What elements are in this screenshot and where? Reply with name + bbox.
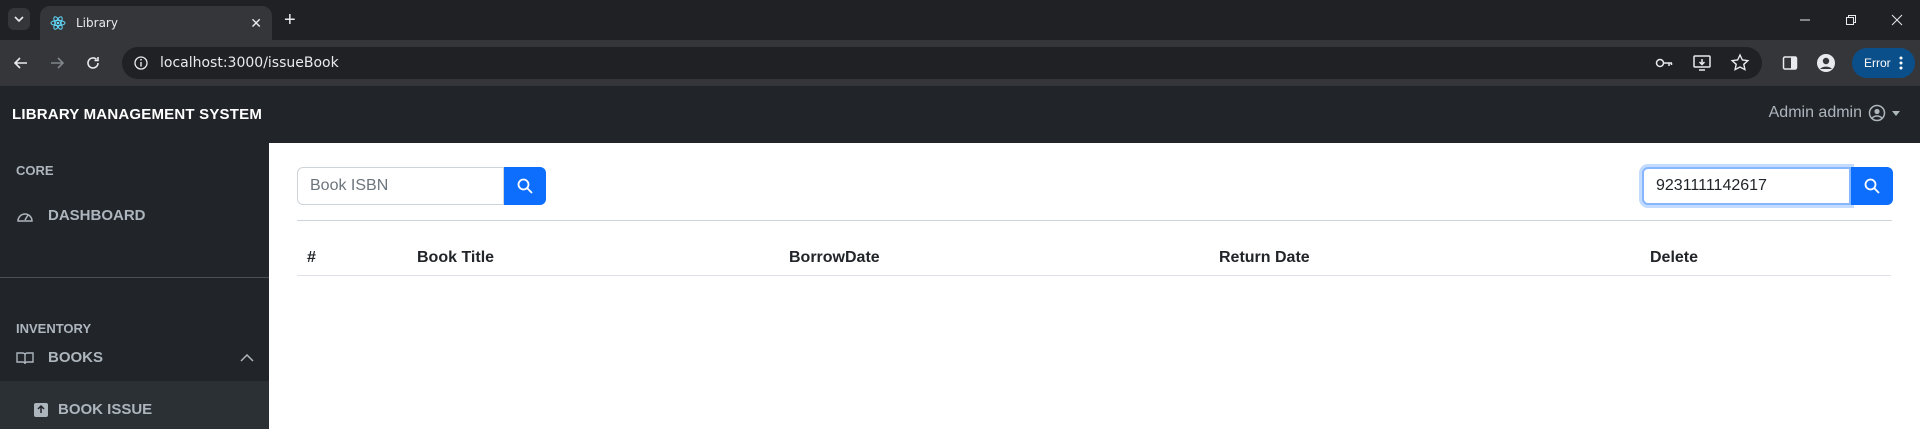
address-bar[interactable]: localhost:3000/issueBook xyxy=(122,47,1762,79)
tab-close-icon[interactable]: ✕ xyxy=(250,15,262,32)
sidebar-heading-inventory: INVENTORY xyxy=(16,321,92,336)
error-profile-button[interactable]: Error xyxy=(1852,48,1915,78)
sidebar-item-label: BOOKS xyxy=(48,349,104,366)
book-open-icon xyxy=(16,351,34,364)
restore-button[interactable] xyxy=(1828,0,1874,40)
bookmark-star-icon[interactable] xyxy=(1730,53,1750,73)
url-text: localhost:3000/issueBook xyxy=(160,55,339,71)
isbn-search-input[interactable] xyxy=(297,167,504,205)
install-app-icon[interactable] xyxy=(1692,53,1712,73)
main-content: # Book Title BorrowDate Return Date Dele… xyxy=(269,143,1920,425)
column-header: Return Date xyxy=(1209,243,1640,276)
arrow-left-icon xyxy=(13,57,27,69)
search-icon xyxy=(1864,178,1880,194)
sidebar-submenu: BOOK ISSUE xyxy=(0,381,269,429)
tachometer-icon xyxy=(17,212,33,222)
user-search-group xyxy=(1642,167,1893,205)
table-header-row: # Book Title BorrowDate Return Date Dele… xyxy=(297,243,1891,276)
chevron-down-icon xyxy=(14,16,24,23)
tab-title: Library xyxy=(76,16,118,30)
account-circle-icon xyxy=(1817,54,1835,72)
minimize-button[interactable] xyxy=(1782,0,1828,40)
error-label: Error xyxy=(1864,56,1891,70)
back-button[interactable] xyxy=(10,52,32,74)
caret-down-icon xyxy=(1892,111,1900,116)
user-circle-icon xyxy=(1868,104,1886,122)
side-panel-icon xyxy=(1782,56,1798,70)
chevron-up-icon[interactable] xyxy=(240,353,254,362)
profile-button[interactable] xyxy=(1815,52,1837,74)
sidebar-heading-core: CORE xyxy=(16,163,54,178)
column-header: Delete xyxy=(1640,243,1891,276)
sidebar-divider xyxy=(0,277,269,278)
app-navbar: LIBRARY MANAGEMENT SYSTEM Admin admin xyxy=(0,86,1920,143)
sidebar-item-books[interactable]: BOOKS xyxy=(16,349,254,366)
isbn-search-button[interactable] xyxy=(504,167,546,205)
react-logo-icon xyxy=(50,16,66,30)
restore-icon xyxy=(1846,15,1856,25)
sidebar: CORE DASHBOARD INVENTORY BOOKS BOOK ISSU… xyxy=(0,143,269,429)
side-panel-button[interactable] xyxy=(1779,52,1801,74)
minimize-icon xyxy=(1800,19,1810,21)
sidebar-item-book-issue[interactable]: BOOK ISSUE xyxy=(34,401,152,418)
forward-button[interactable] xyxy=(46,52,68,74)
reload-icon xyxy=(87,57,99,69)
column-header: BorrowDate xyxy=(779,243,1209,276)
site-info-icon[interactable] xyxy=(134,56,148,70)
sidebar-item-dashboard[interactable]: DASHBOARD xyxy=(16,207,146,224)
user-search-button[interactable] xyxy=(1851,167,1893,205)
close-icon xyxy=(1891,14,1903,26)
search-icon xyxy=(517,178,533,194)
brand-title[interactable]: LIBRARY MANAGEMENT SYSTEM xyxy=(12,106,262,123)
divider xyxy=(297,220,1892,221)
browser-tab-bar: Library ✕ + xyxy=(0,0,1920,40)
browser-toolbar: localhost:3000/issueBook Error xyxy=(0,40,1920,86)
new-tab-button[interactable]: + xyxy=(284,10,296,30)
key-icon[interactable] xyxy=(1654,53,1674,73)
user-name: Admin admin xyxy=(1768,104,1862,121)
more-vert-icon xyxy=(1899,56,1903,70)
reload-button[interactable] xyxy=(82,52,104,74)
tab-search-button[interactable] xyxy=(8,8,30,30)
isbn-search-group xyxy=(297,167,546,205)
user-menu[interactable]: Admin admin xyxy=(1769,104,1900,122)
column-header: Book Title xyxy=(407,243,779,276)
issued-books-table: # Book Title BorrowDate Return Date Dele… xyxy=(297,243,1891,276)
close-window-button[interactable] xyxy=(1874,0,1920,40)
column-header: # xyxy=(297,243,407,276)
book-issue-icon xyxy=(34,402,48,417)
sidebar-item-label: BOOK ISSUE xyxy=(58,401,153,418)
arrow-right-icon xyxy=(51,57,65,69)
user-search-input[interactable] xyxy=(1642,167,1851,205)
sidebar-item-label: DASHBOARD xyxy=(48,207,146,224)
browser-tab[interactable]: Library ✕ xyxy=(40,6,272,40)
